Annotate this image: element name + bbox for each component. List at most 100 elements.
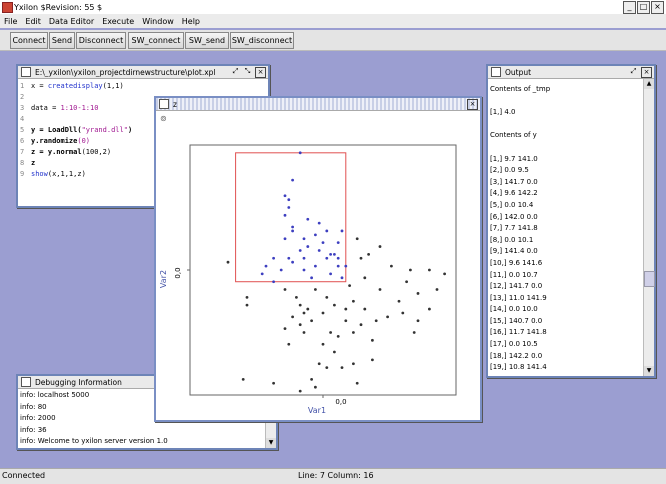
data-point (310, 276, 313, 280)
menu-data-editor[interactable]: Data Editor (49, 17, 94, 26)
app-titlebar: Yxilon $Revision: 55 $ _ □ × (0, 0, 666, 15)
data-point (302, 237, 306, 241)
plot-title: z (173, 99, 177, 109)
data-point (298, 303, 302, 307)
window-menu-icon[interactable] (491, 67, 501, 77)
line-number: 2 (20, 93, 25, 101)
data-point (371, 358, 374, 362)
line-number: 5 (20, 126, 25, 134)
code-token: y.randomize (31, 137, 78, 145)
data-point (287, 206, 291, 209)
sw-disconnect-button[interactable]: SW_disconnect (230, 32, 294, 49)
data-point (344, 264, 348, 268)
scatter-plot[interactable]: Var1 Var2 0,0 0,0 (156, 111, 476, 417)
data-point (348, 284, 351, 288)
line-number: 7 (20, 148, 25, 156)
maximize-icon[interactable]: □ (637, 1, 650, 14)
close-icon[interactable]: × (467, 99, 478, 110)
data-point (314, 233, 317, 237)
data-point (317, 221, 321, 225)
window-menu-icon[interactable] (21, 67, 31, 77)
sw-send-button[interactable]: SW_send (185, 32, 229, 49)
output-line: Contents of y (490, 131, 537, 140)
data-point (272, 256, 275, 260)
data-point (329, 272, 332, 276)
line-number: 4 (20, 115, 25, 123)
data-point (298, 151, 302, 155)
data-point (329, 252, 332, 256)
data-point (336, 335, 340, 338)
minimize-icon[interactable]: _ (623, 1, 636, 14)
menu-edit[interactable]: Edit (25, 17, 41, 26)
data-point (241, 377, 245, 381)
output-scrollbar[interactable]: ▲ ▼ (643, 79, 655, 376)
connect-button[interactable]: Connect (10, 32, 48, 49)
data-point (405, 280, 408, 284)
output-text: Contents of _tmp [1,] 4.0 Contents of y [1,… (490, 84, 640, 374)
window-menu-icon[interactable] (159, 99, 169, 109)
data-point (291, 178, 294, 182)
output-line: [18,] 142.2 0.0 (490, 351, 543, 360)
code-token: y = LoadDll( (31, 126, 82, 134)
disconnect-button[interactable]: Disconnect (76, 32, 126, 49)
menu-help[interactable]: Help (182, 17, 200, 26)
data-point (291, 229, 294, 233)
sw-connect-button[interactable]: SW_connect (128, 32, 184, 49)
data-point (352, 331, 355, 334)
line-number: 8 (20, 159, 25, 167)
data-point (264, 264, 268, 268)
close-icon[interactable]: × (641, 67, 652, 78)
scroll-up-icon[interactable]: ▲ (644, 79, 654, 89)
restore-icon[interactable]: ⤢ (231, 67, 240, 76)
menu-file[interactable]: File (4, 17, 17, 26)
data-point (306, 307, 310, 311)
data-point (340, 366, 344, 370)
data-point (306, 245, 310, 248)
selection-rectangle[interactable] (235, 152, 347, 283)
app-title: Yxilon $Revision: 55 $ (14, 2, 103, 12)
close-icon[interactable]: × (255, 67, 266, 78)
output-titlebar[interactable]: Output ⤢ × (488, 66, 654, 79)
data-point (291, 260, 294, 264)
data-point (287, 198, 291, 202)
close-icon[interactable]: × (651, 1, 664, 14)
debug-line: info: Welcome to yxilon server version 1… (20, 437, 168, 446)
output-line: [3,] 141.7 0.0 (490, 177, 538, 186)
restore-icon[interactable]: ⤢ (629, 67, 638, 76)
output-line: [9,] 141.4 0.0 (490, 247, 538, 256)
data-point (435, 288, 439, 291)
data-point (226, 260, 230, 264)
output-line: [7,] 7.7 141.8 (490, 224, 538, 233)
data-point (363, 276, 367, 280)
menu-execute[interactable]: Execute (102, 17, 134, 26)
data-point (336, 241, 340, 245)
scroll-down-icon[interactable]: ▼ (644, 366, 654, 376)
data-point (401, 311, 405, 315)
plot-frame (189, 144, 457, 396)
data-point (325, 256, 329, 260)
code-token: x = (31, 82, 48, 90)
code-line[interactable]: 1 x = createdisplay(1,1) (20, 81, 266, 92)
data-point (298, 389, 302, 393)
data-point (359, 323, 363, 327)
scroll-down-icon[interactable]: ▼ (266, 438, 276, 448)
data-point (287, 342, 291, 346)
data-point (283, 288, 287, 291)
scroll-thumb[interactable] (644, 271, 655, 287)
editor-titlebar[interactable]: E:\_yxilon\yxilon_projectdirnewstructure… (18, 66, 268, 79)
window-menu-icon[interactable] (21, 377, 31, 387)
data-point (397, 299, 401, 303)
menu-window[interactable]: Window (142, 17, 174, 26)
plot-titlebar[interactable]: z × (156, 98, 480, 111)
maximize-icon[interactable]: ⤡ (243, 67, 252, 76)
send-button[interactable]: Send (49, 32, 75, 49)
data-point (428, 307, 431, 311)
output-line: [1,] 4.0 (490, 108, 516, 117)
data-point (317, 362, 321, 366)
data-point (409, 268, 412, 272)
output-line: [13,] 11.0 141.9 (490, 293, 547, 302)
output-line: [8,] 0.0 10.1 (490, 235, 534, 244)
output-line: [15,] 140.7 0.0 (490, 316, 543, 325)
data-point (325, 295, 329, 299)
